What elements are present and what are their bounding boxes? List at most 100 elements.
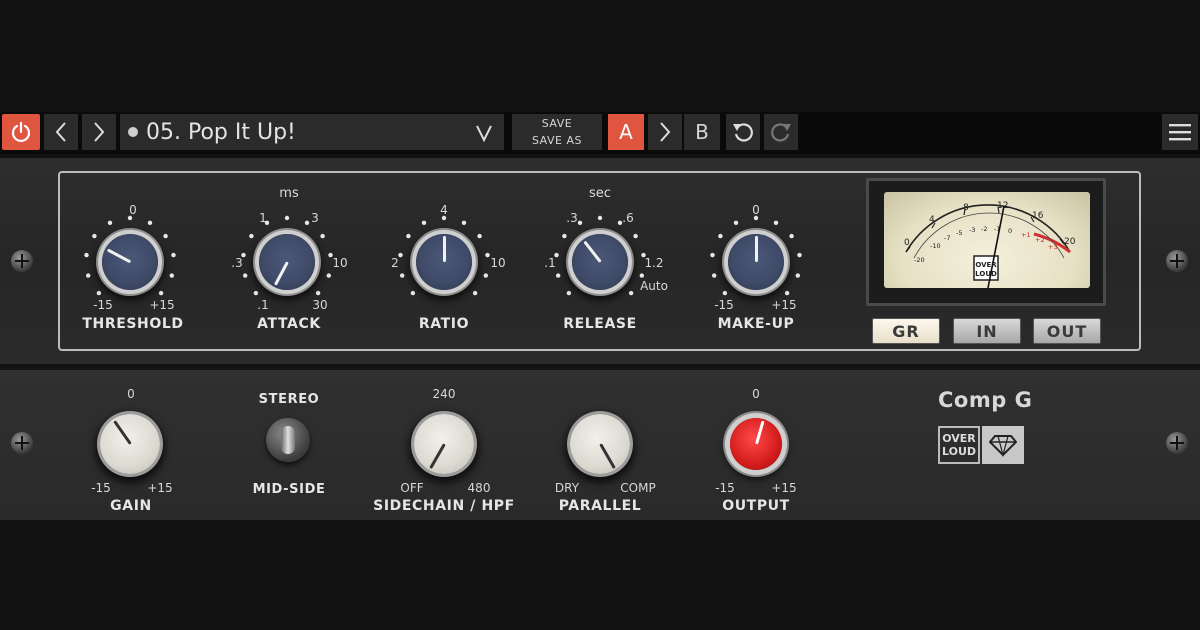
knob-scale-dot [107,220,113,225]
knob-scale-dot [410,290,416,296]
knob-scale-dot [169,273,174,278]
attack-pointer [273,261,289,286]
knob-scale-dot [773,220,779,225]
gain-scale-min: -15 [91,481,111,495]
meter-db-tick: -20 [914,256,925,264]
meter-in-button[interactable]: IN [953,318,1021,344]
threshold-label: THRESHOLD [82,316,184,332]
release-tick: Auto [640,279,668,293]
knob-scale-dot [92,233,97,239]
meter-top-tick: 8 [963,203,969,213]
release-tick: .6 [622,211,634,225]
knob-scale-dot [710,252,715,258]
parallel-pointer [598,443,616,469]
release-tick: .3 [566,211,578,225]
ratio-tick: 10 [490,256,506,270]
meter-db-tick: +2 [1035,236,1045,244]
knob-scale-dot [421,220,427,225]
knob-scale-dot [628,290,634,296]
gain-scale-top: 0 [127,387,135,401]
output-scale-min: -15 [715,481,735,495]
release-tick: 1.2 [644,256,664,270]
meter-top-tick: 4 [929,215,935,225]
meter-gr-button[interactable]: GR [872,318,940,344]
knob-scale-dot [326,273,331,278]
stereo-mid-side-toggle[interactable] [266,418,310,462]
sidechain-pointer [428,443,446,469]
meter-out-button[interactable]: OUT [1033,318,1101,344]
meter-brand-text: OVER [975,261,997,269]
release-pointer [582,240,602,263]
knob-scale-dot [406,233,411,239]
threshold-scale-min: -15 [93,298,113,312]
output-knob[interactable] [730,418,782,470]
output-scale-max: +15 [771,481,797,495]
knob-scale-dot [485,252,490,258]
knob-scale-dot [566,290,572,296]
makeup-scale-min: -15 [714,298,734,312]
screw-icon [11,432,33,454]
logo-text: OVER [942,432,976,445]
ratio-pointer [442,236,446,262]
knob-scale-dot [472,290,478,296]
vu-meter-scale: 0 4 8 12 16 20 -20 -10 -7 -5 -3 -2 -1 0 … [904,201,1076,288]
toggle-lever [281,426,295,454]
knob-scale-dot [483,273,488,278]
meter-top-tick: 20 [1064,237,1076,247]
attack-tick: 3 [311,211,319,225]
gain-label: GAIN [110,498,152,514]
makeup-scale-max: +15 [771,298,797,312]
knob-scale-dot [253,290,259,296]
meter-db-tick: -3 [969,226,975,234]
knob-scale-dot [789,233,794,239]
knob-scale-dot [96,290,102,296]
diamond-icon [989,435,1017,457]
gain-pointer [112,420,132,445]
sidechain-scale-max: 480 [467,481,491,495]
meter-db-tick: -5 [956,229,962,237]
knob-scale-dot [243,273,248,278]
gain-knob[interactable] [100,414,160,474]
output-pointer [754,420,765,445]
knob-scale-dot [712,273,717,278]
parallel-label: PARALLEL [558,498,642,514]
knob-scale-dot [284,215,290,221]
knob-scale-dot [163,233,168,239]
knob-scale-dot [733,220,739,225]
mid-side-label: MID-SIDE [252,482,326,497]
knob-scale-dot [171,252,176,258]
meter-db-tick: -10 [930,242,941,250]
knob-scale-dot [597,215,603,221]
attack-knob[interactable] [259,234,315,290]
meter-db-tick: 0 [1008,227,1012,235]
knob-scale-dot [633,233,638,239]
sidechain-hpf-knob[interactable] [414,414,474,474]
ratio-knob[interactable] [416,234,472,290]
knob-scale-dot [722,290,728,296]
knob-scale-dot [795,273,800,278]
knob-dot-rings [82,215,802,479]
release-unit: sec [589,186,611,201]
threshold-scale-top: 0 [129,203,137,217]
vu-meter: 0 4 8 12 16 20 -20 -10 -7 -5 -3 -2 -1 0 … [884,192,1090,288]
knob-scale-dot [320,233,325,239]
ratio-tick: 2 [391,256,399,270]
knob-scale-dot [400,273,405,278]
threshold-knob[interactable] [102,234,158,290]
knob-scale-dot [147,220,153,225]
makeup-pointer [754,236,758,262]
gem-series-logo [982,426,1024,464]
threshold-pointer [106,248,131,264]
release-tick: .1 [544,256,556,270]
meter-db-tick: +1 [1021,231,1031,239]
parallel-knob[interactable] [570,414,630,474]
gain-scale-max: +15 [147,481,173,495]
knob-scale-dot [577,220,583,225]
makeup-knob[interactable] [728,234,784,290]
release-knob[interactable] [572,234,628,290]
knob-scale-dot [398,252,403,258]
output-label: OUTPUT [722,498,790,514]
ratio-label: RATIO [418,316,470,332]
sidechain-scale-top: 240 [432,387,456,401]
parallel-scale-min: DRY [554,481,580,495]
